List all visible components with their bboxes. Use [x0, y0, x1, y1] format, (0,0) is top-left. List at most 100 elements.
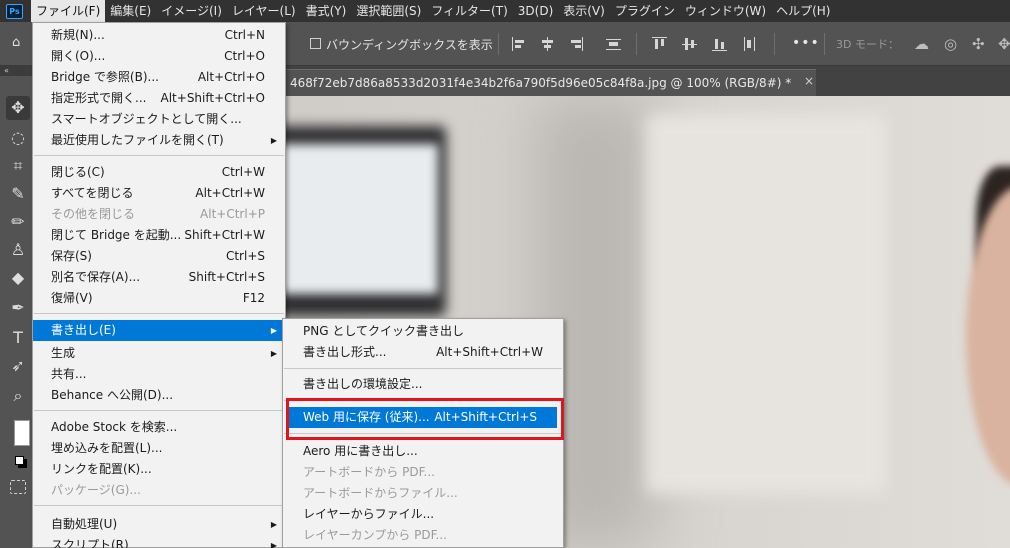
canvas-photo-screen: [268, 144, 438, 294]
paint-bucket-tool-icon[interactable]: ◆: [6, 266, 30, 290]
submenu-item-export-as[interactable]: 書き出し形式... Alt+Shift+Ctrl+W: [283, 342, 563, 363]
align-top-edges-icon[interactable]: [652, 37, 667, 51]
menu-item-new[interactable]: 新規(N)... Ctrl+N: [33, 25, 285, 46]
menu-item-shortcut: Ctrl+W: [221, 165, 265, 179]
menu-item-shortcut: Alt+Ctrl+O: [197, 70, 265, 84]
menu-item-share[interactable]: 共有...: [33, 364, 285, 385]
3d-mode-label: 3D モード：: [836, 38, 899, 51]
menu-item-shortcut: Alt+Ctrl+W: [195, 186, 265, 200]
3d-orbit-icon[interactable]: ☁: [914, 35, 929, 53]
align-vertical-centers-icon[interactable]: [682, 37, 697, 51]
menu-item-scripts[interactable]: スクリプト(R) ▶: [33, 535, 285, 548]
align-left-edges-icon[interactable]: [512, 37, 527, 51]
menu-bar: Ps ファイル(F) 編集(E) イメージ(I) レイヤー(L) 書式(Y) 選…: [0, 0, 1010, 22]
stamp-tool-icon[interactable]: ♙: [6, 238, 30, 262]
menu-item-open-recent[interactable]: 最近使用したファイルを開く(T) ▶: [33, 130, 285, 151]
menu-item-save[interactable]: 保存(S) Ctrl+S: [33, 246, 285, 267]
menu-type[interactable]: 書式(Y): [301, 0, 352, 22]
crop-tool-icon[interactable]: ⌗: [6, 154, 30, 178]
menu-plugins[interactable]: プラグイン: [610, 0, 680, 22]
3d-pan-icon[interactable]: ✣: [972, 35, 985, 53]
menu-window[interactable]: ウィンドウ(W): [680, 0, 771, 22]
path-selection-tool-icon[interactable]: ➶: [6, 354, 30, 378]
menu-item-label: 共有...: [51, 367, 87, 381]
align-right-edges-icon[interactable]: [568, 37, 583, 51]
menu-filter[interactable]: フィルター(T): [426, 0, 512, 22]
menu-item-generate[interactable]: 生成 ▶: [33, 343, 285, 364]
submenu-item-label: アートボードからファイル...: [303, 486, 458, 500]
menu-item-automate[interactable]: 自動処理(U) ▶: [33, 514, 285, 535]
type-tool-icon[interactable]: T: [6, 326, 30, 350]
menu-item-search-adobe-stock[interactable]: Adobe Stock を検索...: [33, 417, 285, 438]
bounding-box-checkbox[interactable]: [310, 38, 321, 49]
menu-item-label: Adobe Stock を検索...: [51, 420, 178, 434]
menu-item-open[interactable]: 開く(O)... Ctrl+O: [33, 46, 285, 67]
submenu-item-label: レイヤーからファイル...: [303, 507, 435, 521]
menu-item-close[interactable]: 閉じる(C) Ctrl+W: [33, 162, 285, 183]
options-separator: [498, 33, 499, 55]
menu-item-close-all[interactable]: すべてを閉じる Alt+Ctrl+W: [33, 183, 285, 204]
default-colors-icon[interactable]: [15, 456, 24, 465]
menu-item-place-embedded[interactable]: 埋め込みを配置(L)...: [33, 438, 285, 459]
menu-item-open-as[interactable]: 指定形式で開く... Alt+Shift+Ctrl+O: [33, 88, 285, 109]
menu-item-shortcut: Alt+Shift+Ctrl+O: [160, 91, 265, 105]
brush-tool-icon[interactable]: ✏: [6, 210, 30, 234]
distribute-icon[interactable]: [606, 37, 621, 51]
submenu-arrow-icon: ▶: [270, 326, 277, 335]
menu-item-close-and-go-to-bridge[interactable]: 閉じて Bridge を起動... Shift+Ctrl+W: [33, 225, 285, 246]
submenu-item-layer-comps-to-pdf: レイヤーカンプから PDF...: [283, 525, 563, 546]
menu-item-revert[interactable]: 復帰(V) F12: [33, 288, 285, 309]
close-tab-icon[interactable]: ×: [804, 74, 814, 88]
menu-file[interactable]: ファイル(F): [31, 0, 106, 22]
quick-mask-icon[interactable]: [10, 480, 26, 494]
submenu-item-export-preferences[interactable]: 書き出しの環境設定...: [283, 374, 563, 395]
eyedropper-tool-icon[interactable]: ✎: [6, 182, 30, 206]
panel-collapse-toggle[interactable]: «: [0, 66, 36, 76]
menu-item-label: Behance へ公開(D)...: [51, 388, 174, 402]
document-tab[interactable]: 468f72eb7d86a8533d2031f4e34b2f6a790f5d96…: [286, 69, 816, 96]
menu-item-package: パッケージ(G)...: [33, 480, 285, 501]
align-horizontal-centers-icon[interactable]: [540, 37, 555, 51]
distribute-vertical-icon[interactable]: [742, 37, 757, 51]
submenu-item-quick-export-png[interactable]: PNG としてクイック書き出し: [283, 321, 563, 342]
photoshop-app-icon[interactable]: Ps: [6, 3, 23, 19]
move-tool-icon[interactable]: ✥: [6, 96, 30, 120]
submenu-item-label: レイヤーカンプから PDF...: [303, 528, 447, 542]
align-bottom-edges-icon[interactable]: [712, 37, 727, 51]
menu-image[interactable]: イメージ(I): [156, 0, 227, 22]
menu-item-label: 書き出し(E): [51, 323, 116, 337]
menu-select[interactable]: 選択範囲(S): [351, 0, 426, 22]
bounding-box-label: バウンディングボックスを表示: [326, 38, 493, 52]
pen-tool-icon[interactable]: ✒: [6, 296, 30, 320]
menu-item-shortcut: Shift+Ctrl+W: [184, 228, 265, 242]
menu-item-shortcut: Shift+Ctrl+S: [188, 270, 265, 284]
home-icon[interactable]: ⌂: [12, 36, 26, 50]
options-separator: [824, 33, 825, 55]
submenu-arrow-icon: ▶: [270, 349, 277, 358]
submenu-item-artboards-to-pdf: アートボードから PDF...: [283, 462, 563, 483]
menu-help[interactable]: ヘルプ(H): [771, 0, 835, 22]
submenu-item-label: 書き出し形式...: [303, 345, 387, 359]
foreground-color-swatch[interactable]: [14, 420, 30, 446]
menu-item-place-linked[interactable]: リンクを配置(K)...: [33, 459, 285, 480]
menu-separator: [34, 505, 284, 506]
menu-edit[interactable]: 編集(E): [105, 0, 156, 22]
menu-item-label: 保存(S): [51, 249, 92, 263]
menu-view[interactable]: 表示(V): [558, 0, 610, 22]
file-menu-dropdown: 新規(N)... Ctrl+N 開く(O)... Ctrl+O Bridge で参照…: [32, 22, 286, 548]
menu-item-label: 別名で保存(A)...: [51, 270, 141, 284]
submenu-item-layers-to-files[interactable]: レイヤーからファイル...: [283, 504, 563, 525]
menu-layer[interactable]: レイヤー(L): [227, 0, 301, 22]
submenu-item-export-for-aero[interactable]: Aero 用に書き出し...: [283, 441, 563, 462]
3d-roll-icon[interactable]: ◎: [944, 35, 957, 53]
menu-item-share-on-behance[interactable]: Behance へ公開(D)...: [33, 385, 285, 406]
menu-item-open-as-smart-object[interactable]: スマートオブジェクトとして開く...: [33, 109, 285, 130]
menu-item-browse-in-bridge[interactable]: Bridge で参照(B)... Alt+Ctrl+O: [33, 67, 285, 88]
menu-3d[interactable]: 3D(D): [513, 0, 558, 22]
more-options-icon[interactable]: •••: [792, 35, 820, 51]
menu-item-save-as[interactable]: 別名で保存(A)... Shift+Ctrl+S: [33, 267, 285, 288]
lasso-tool-icon[interactable]: ◌: [6, 126, 30, 150]
menu-item-export[interactable]: 書き出し(E) ▶: [33, 320, 285, 341]
zoom-tool-icon[interactable]: ⌕: [6, 384, 30, 408]
3d-slide-icon[interactable]: ✥: [998, 35, 1010, 53]
